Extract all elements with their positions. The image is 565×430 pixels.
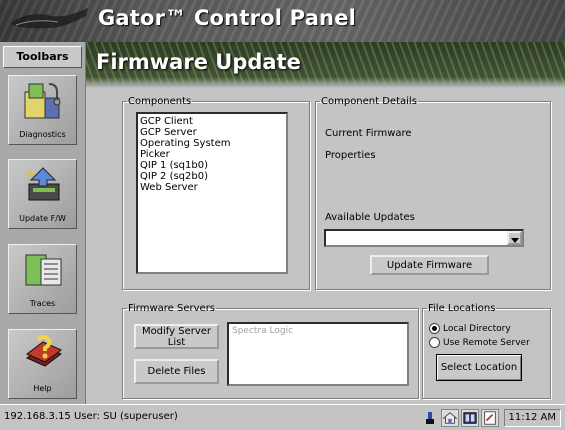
available-updates-dropdown[interactable]	[324, 229, 524, 247]
components-listbox[interactable]: GCP Client GCP Server Operating System P…	[136, 112, 288, 274]
diagnostics-icon	[24, 83, 61, 119]
local-directory-label: Local Directory	[443, 323, 511, 334]
home-icon[interactable]	[440, 409, 459, 427]
radio-selected-icon[interactable]	[429, 323, 440, 334]
traces-icon	[25, 254, 62, 286]
modify-server-list-button[interactable]: Modify Server List	[134, 324, 219, 349]
system-tray: 11:12 AM	[420, 408, 561, 428]
update-firmware-action-button[interactable]: Update Firmware	[370, 255, 489, 275]
diagnostics-label: Diagnostics	[19, 130, 66, 139]
update-firmware-label: Update F/W	[19, 214, 66, 223]
list-item[interactable]: Web Server	[140, 182, 284, 193]
library-icon[interactable]	[460, 409, 479, 427]
status-text: 192.168.3.15 User: SU (superuser)	[4, 411, 178, 422]
update-firmware-icon	[28, 167, 60, 201]
content-area: Components GCP Client GCP Server Operati…	[86, 88, 565, 404]
header-banner: Gator™ Control Panel	[0, 0, 565, 42]
help-button[interactable]: Help	[8, 329, 77, 399]
traces-label: Traces	[29, 299, 56, 308]
list-item[interactable]: GCP Client	[140, 116, 284, 127]
toolbar: Toolbars Diagnostics Update F/W Traces H…	[0, 42, 86, 404]
gator-logo	[10, 8, 88, 29]
diagnostics-button[interactable]: Diagnostics	[8, 75, 77, 145]
current-firmware-label: Current Firmware	[325, 128, 412, 139]
use-remote-server-label: Use Remote Server	[443, 337, 530, 348]
main-area: Firmware Update Components GCP Client GC…	[86, 42, 565, 404]
file-locations-group: File Locations	[422, 303, 551, 399]
clock: 11:12 AM	[503, 409, 561, 427]
list-item[interactable]: Picker	[140, 149, 284, 160]
select-location-button[interactable]: Select Location	[436, 354, 522, 381]
update-firmware-button[interactable]: Update F/W	[8, 159, 77, 229]
firmware-servers-textbox[interactable]: Spectra Logic	[227, 322, 409, 386]
properties-label: Properties	[325, 150, 376, 161]
list-item[interactable]: GCP Server	[140, 127, 284, 138]
file-locations-legend: File Locations	[428, 303, 496, 314]
delete-files-button[interactable]: Delete Files	[134, 359, 219, 384]
help-label: Help	[33, 384, 52, 393]
traces-button[interactable]: Traces	[8, 244, 77, 314]
components-legend: Components	[128, 96, 192, 107]
help-icon	[26, 335, 62, 367]
radio-unselected-icon[interactable]	[429, 337, 440, 348]
use-remote-server-radio[interactable]: Use Remote Server	[429, 337, 530, 348]
toolbar-title: Toolbars	[3, 46, 82, 68]
list-item[interactable]: QIP 2 (sq2b0)	[140, 171, 284, 182]
list-item[interactable]: QIP 1 (sq1b0)	[140, 160, 284, 171]
local-directory-radio[interactable]: Local Directory	[429, 323, 511, 334]
notes-icon[interactable]	[480, 409, 499, 427]
chevron-down-icon[interactable]	[507, 231, 522, 245]
page-title: Firmware Update	[96, 50, 301, 74]
app-title: Gator™ Control Panel	[98, 6, 357, 30]
list-item[interactable]: Operating System	[140, 138, 284, 149]
network-status-icon[interactable]	[420, 409, 439, 427]
status-bar: 192.168.3.15 User: SU (superuser) 11:12 …	[0, 404, 565, 430]
available-updates-label: Available Updates	[325, 212, 415, 223]
firmware-servers-legend: Firmware Servers	[128, 303, 216, 314]
component-details-legend: Component Details	[321, 96, 417, 107]
